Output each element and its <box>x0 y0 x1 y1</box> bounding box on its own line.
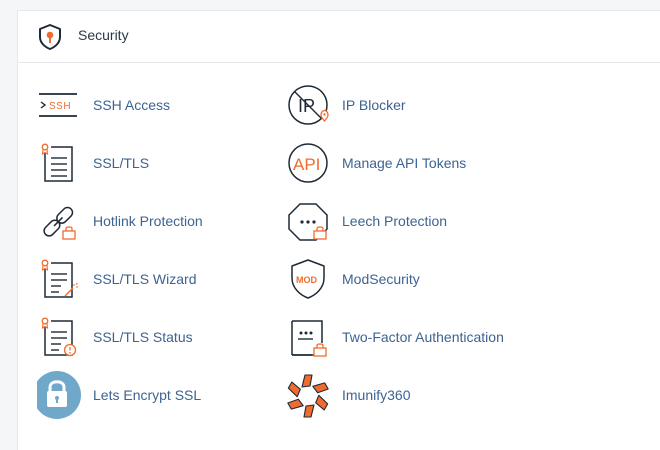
shield-icon <box>37 23 63 51</box>
leech-protection-icon <box>286 197 334 245</box>
certificate-status-icon <box>37 313 85 361</box>
tool-label[interactable]: SSL/TLS Status <box>93 328 193 346</box>
section-title: Security <box>78 27 129 43</box>
tool-ip-blocker[interactable]: IP IP Blocker <box>286 81 526 129</box>
api-token-icon: API <box>286 139 334 187</box>
tool-label[interactable]: Leech Protection <box>342 212 447 230</box>
tool-two-factor-authentication[interactable]: Two-Factor Authentication <box>286 313 526 361</box>
tool-ssl-tls-status[interactable]: SSL/TLS Status <box>37 313 277 361</box>
tool-ssl-tls[interactable]: SSL/TLS <box>37 139 277 187</box>
padlock-icon <box>37 371 85 419</box>
tool-imunify360[interactable]: Imunify360 <box>286 371 526 419</box>
tool-label[interactable]: Lets Encrypt SSL <box>93 386 201 404</box>
tool-label[interactable]: SSH Access <box>93 96 170 114</box>
tool-label[interactable]: SSL/TLS Wizard <box>93 270 196 288</box>
tool-label[interactable]: Hotlink Protection <box>93 212 203 230</box>
tool-ssh-access[interactable]: SSH SSH Access <box>37 81 277 129</box>
security-panel: Security SSH SSH Access IP IP Blocker SS… <box>17 10 660 450</box>
tool-lets-encrypt-ssl[interactable]: Lets Encrypt SSL <box>37 371 277 419</box>
certificate-icon <box>37 139 85 187</box>
tool-manage-api-tokens[interactable]: API Manage API Tokens <box>286 139 526 187</box>
certificate-wand-icon <box>37 255 85 303</box>
tool-label[interactable]: IP Blocker <box>342 96 406 114</box>
tool-leech-protection[interactable]: Leech Protection <box>286 197 526 245</box>
tool-ssl-tls-wizard[interactable]: SSL/TLS Wizard <box>37 255 277 303</box>
ssh-terminal-icon: SSH <box>37 81 85 129</box>
svg-text:SSH: SSH <box>49 101 71 112</box>
mod-icon-text: MOD <box>296 275 317 285</box>
chain-link-lock-icon <box>37 197 85 245</box>
tool-label[interactable]: Imunify360 <box>342 386 410 404</box>
imunify360-icon <box>286 371 334 419</box>
mod-shield-icon: MOD <box>286 255 334 303</box>
two-factor-icon <box>286 313 334 361</box>
ip-icon-text: IP <box>298 96 315 116</box>
ip-blocker-icon: IP <box>286 81 334 129</box>
tool-modsecurity[interactable]: MOD ModSecurity <box>286 255 526 303</box>
tool-hotlink-protection[interactable]: Hotlink Protection <box>37 197 277 245</box>
section-header[interactable]: Security <box>18 11 660 63</box>
tool-label[interactable]: Manage API Tokens <box>342 154 466 172</box>
tool-label[interactable]: ModSecurity <box>342 270 420 288</box>
tool-label[interactable]: SSL/TLS <box>93 154 149 172</box>
tool-label[interactable]: Two-Factor Authentication <box>342 328 504 346</box>
api-icon-text: API <box>293 155 320 174</box>
